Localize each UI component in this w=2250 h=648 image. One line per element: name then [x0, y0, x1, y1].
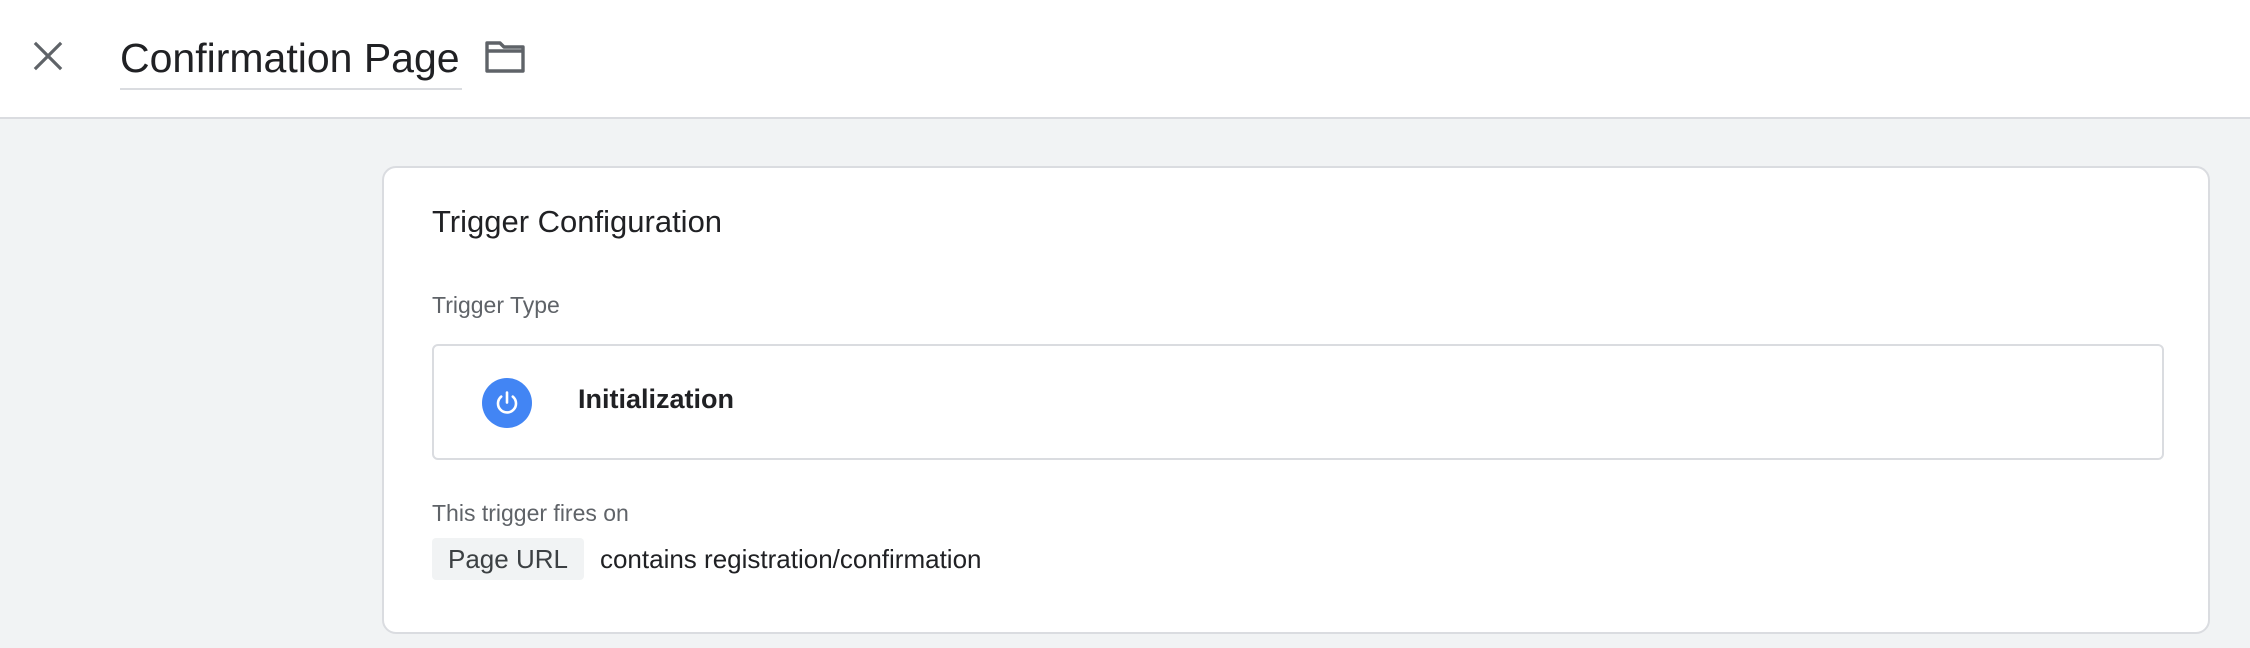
trigger-name-input[interactable]: Confirmation Page — [120, 26, 462, 90]
power-icon — [482, 378, 532, 428]
fires-on-label: This trigger fires on — [432, 500, 629, 526]
folder-icon — [484, 40, 526, 79]
folder-button[interactable] — [480, 34, 530, 84]
trigger-configuration-card: Trigger Configuration Trigger Type Initi… — [382, 166, 2210, 634]
close-icon — [32, 40, 64, 77]
trigger-type-selector[interactable]: Initialization — [432, 344, 2164, 460]
close-button[interactable] — [22, 32, 74, 84]
condition-text: contains registration/confirmation — [599, 543, 982, 574]
trigger-condition: Page URL contains registration/confirmat… — [432, 538, 982, 580]
card-title: Trigger Configuration — [432, 204, 723, 239]
trigger-type-label: Trigger Type — [432, 292, 560, 318]
condition-variable-chip: Page URL — [432, 538, 584, 580]
top-bar: Confirmation Page — [0, 0, 2250, 119]
trigger-type-name: Initialization — [578, 384, 735, 414]
